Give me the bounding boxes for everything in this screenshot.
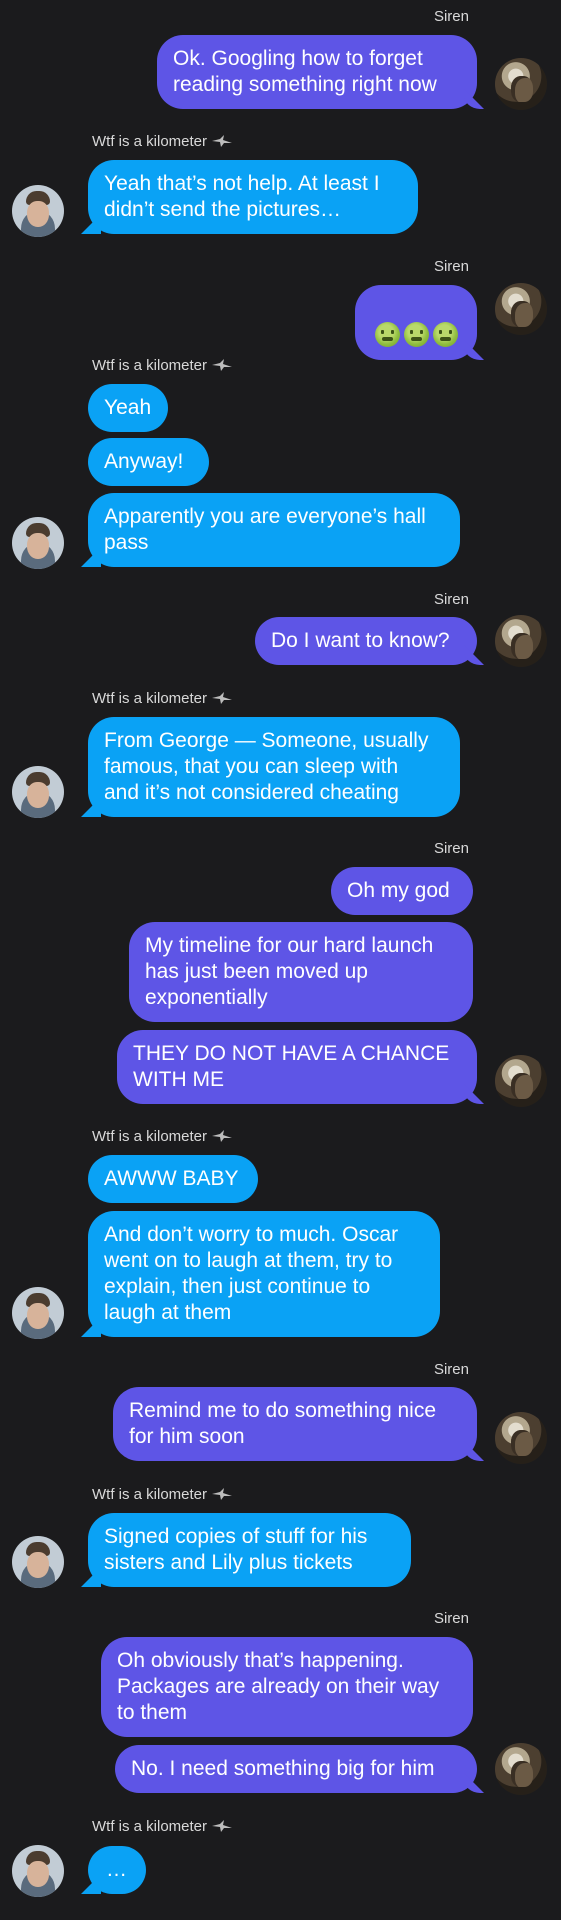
sender-name-label: Wtf is a kilometer: [92, 1128, 208, 1145]
message-bubble-incoming[interactable]: Apparently you are everyone’s hall pass: [88, 493, 460, 567]
avatar[interactable]: [495, 1055, 547, 1107]
sender-name-label: Wtf is a kilometer: [92, 1486, 208, 1503]
message-bubble-incoming[interactable]: Yeah that’s not help. At least I didn’t …: [88, 160, 418, 234]
avatar[interactable]: [495, 615, 547, 667]
sender-name: Wtf is a kilometer: [92, 1818, 233, 1835]
hawk-icon: [212, 1820, 233, 1832]
message-bubble-outgoing[interactable]: Do I want to know?: [255, 617, 477, 665]
message-bubble-outgoing[interactable]: No. I need something big for him: [115, 1745, 477, 1793]
sender-name: Siren: [433, 8, 469, 25]
message-bubble-outgoing[interactable]: My timeline for our hard launch has just…: [129, 922, 473, 1022]
avatar[interactable]: [12, 1536, 64, 1588]
sender-name: Siren: [433, 258, 469, 275]
avatar[interactable]: [495, 283, 547, 335]
message-thread: Siren Ok. Googling how to forget reading…: [0, 0, 561, 1920]
hawk-icon: [212, 135, 233, 147]
avatar[interactable]: [12, 185, 64, 237]
sender-name: Siren: [433, 1610, 469, 1627]
sender-name: Siren: [433, 840, 469, 857]
nauseated-face-icon: [403, 322, 429, 347]
sender-name: Wtf is a kilometer: [92, 1128, 233, 1145]
message-bubble-outgoing[interactable]: Oh obviously that’s happening. Packages …: [101, 1637, 473, 1737]
nauseated-face-icon: [432, 322, 458, 347]
sender-name-label: Wtf is a kilometer: [92, 357, 208, 374]
message-bubble-incoming[interactable]: AWWW BABY: [88, 1155, 258, 1203]
avatar[interactable]: [12, 1287, 64, 1339]
message-bubble-incoming[interactable]: Signed copies of stuff for his sisters a…: [88, 1513, 411, 1587]
avatar[interactable]: [495, 1743, 547, 1795]
sender-name-label: Wtf is a kilometer: [92, 690, 208, 707]
avatar[interactable]: [495, 58, 547, 110]
nauseated-face-icon: [374, 322, 400, 347]
message-bubble-incoming[interactable]: Anyway!: [88, 438, 209, 486]
avatar[interactable]: [12, 1845, 64, 1897]
avatar[interactable]: [495, 1412, 547, 1464]
message-bubble-outgoing[interactable]: THEY DO NOT HAVE A CHANCE WITH ME: [117, 1030, 477, 1104]
message-bubble-incoming[interactable]: And don’t worry to much. Oscar went on t…: [88, 1211, 440, 1337]
message-bubble-outgoing[interactable]: Remind me to do something nice for him s…: [113, 1387, 477, 1461]
hawk-icon: [212, 692, 233, 704]
sender-name: Wtf is a kilometer: [92, 133, 233, 150]
message-bubble-outgoing[interactable]: Ok. Googling how to forget reading somet…: [157, 35, 477, 109]
sender-name: Wtf is a kilometer: [92, 1486, 233, 1503]
avatar[interactable]: [12, 766, 64, 818]
message-bubble-incoming[interactable]: Yeah: [88, 384, 168, 432]
message-bubble-outgoing[interactable]: Oh my god: [331, 867, 473, 915]
sender-name-label: Wtf is a kilometer: [92, 133, 208, 150]
sender-name: Wtf is a kilometer: [92, 357, 233, 374]
sender-name: Wtf is a kilometer: [92, 690, 233, 707]
sender-name: Siren: [433, 1361, 469, 1378]
sender-name: Siren: [433, 591, 469, 608]
hawk-icon: [212, 1488, 233, 1500]
message-bubble-outgoing-emoji[interactable]: [355, 285, 477, 360]
avatar[interactable]: [12, 517, 64, 569]
hawk-icon: [212, 1130, 233, 1142]
hawk-icon: [212, 359, 233, 371]
typing-indicator: …: [88, 1846, 146, 1894]
message-bubble-incoming[interactable]: From George — Someone, usually famous, t…: [88, 717, 460, 817]
sender-name-label: Wtf is a kilometer: [92, 1818, 208, 1835]
